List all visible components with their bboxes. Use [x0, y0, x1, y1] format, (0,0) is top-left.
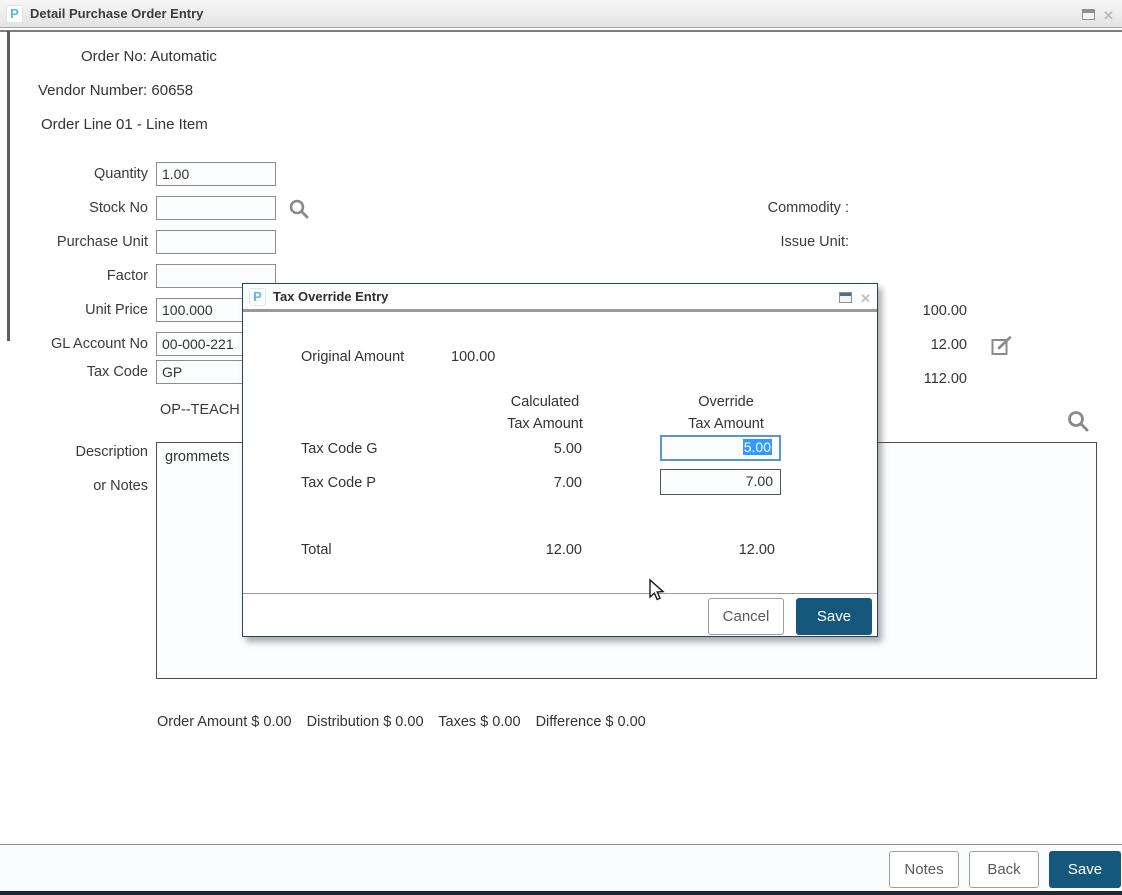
save-button[interactable]: Save — [1049, 851, 1121, 888]
dialog-maximize-icon[interactable] — [839, 292, 852, 303]
titlebar-divider — [0, 30, 1122, 32]
override-column-header: Override Tax Amount — [661, 391, 791, 435]
calculated-column-header: Calculated Tax Amount — [480, 391, 610, 435]
stock-no-label: Stock No — [0, 196, 148, 220]
original-amount-value: 100.00 — [451, 349, 495, 365]
vendor-number-value: 60658 — [151, 82, 193, 99]
tax-code-p-override-field[interactable]: 7.00 — [660, 469, 781, 495]
dialog-logo-icon: P — [249, 288, 266, 306]
tax-code-p-label: Tax Code P — [301, 475, 376, 491]
edit-tax-icon[interactable] — [991, 336, 1013, 358]
lookup-search-icon[interactable] — [1066, 409, 1090, 433]
left-frame-edge — [7, 31, 10, 341]
unit-price-label: Unit Price — [0, 298, 148, 322]
order-no-value: Automatic — [150, 48, 217, 65]
order-no-label: Order No: — [81, 48, 147, 65]
stock-no-search-icon[interactable] — [288, 198, 310, 220]
order-line-label: Order Line 01 - Line Item — [41, 116, 208, 133]
totals-bar: Order Amount $ 0.00 Distribution $ 0.00 … — [157, 714, 657, 730]
order-amount-total: Order Amount $ 0.00 — [157, 714, 292, 730]
tax-code-g-calculated: 5.00 — [512, 441, 582, 457]
or-notes-label: or Notes — [0, 474, 148, 498]
total-override-value: 12.00 — [705, 542, 775, 558]
original-amount-label: Original Amount — [301, 349, 404, 365]
tax-code-g-override-field[interactable]: 5.00 — [660, 435, 781, 461]
tax-amount-value: 12.00 — [897, 337, 967, 353]
dialog-titlebar: P Tax Override Entry — [243, 284, 877, 312]
detail-purchase-order-entry-window: P Detail Purchase Order Entry ✕ Order No… — [0, 0, 1122, 895]
quantity-label: Quantity — [0, 162, 148, 186]
tax-code-g-label: Tax Code G — [301, 441, 378, 457]
purchase-unit-label: Purchase Unit — [0, 230, 148, 254]
selected-override-text: 5.00 — [743, 439, 772, 455]
dialog-save-button[interactable]: Save — [796, 598, 872, 635]
difference-total: Difference $ 0.00 — [536, 714, 646, 730]
dialog-footer-divider — [243, 593, 877, 594]
tax-code-label: Tax Code — [0, 360, 148, 384]
window-title: Detail Purchase Order Entry — [30, 6, 203, 21]
taxes-total: Taxes $ 0.00 — [438, 714, 520, 730]
window-bottom-edge — [0, 891, 1122, 895]
window-titlebar: P Detail Purchase Order Entry — [0, 0, 1122, 28]
dialog-close-icon[interactable]: ✕ — [860, 291, 871, 307]
back-button[interactable]: Back — [969, 851, 1039, 888]
tax-code-description: OP--TEACH — [160, 402, 240, 418]
stock-no-field[interactable] — [156, 196, 276, 220]
description-label: Description — [0, 440, 148, 464]
quantity-field[interactable] — [156, 162, 276, 186]
purchase-unit-field[interactable] — [156, 230, 276, 254]
tax-code-p-calculated: 7.00 — [512, 475, 582, 491]
factor-label: Factor — [0, 264, 148, 288]
issue-unit-label: Issue Unit: — [699, 234, 849, 250]
total-calculated-value: 12.00 — [512, 542, 582, 558]
maximize-icon[interactable] — [1082, 9, 1095, 20]
dialog-cancel-button[interactable]: Cancel — [708, 598, 784, 635]
order-no-line: Order No: Automatic — [81, 48, 217, 65]
net-amount-value: 100.00 — [897, 303, 967, 319]
modal-total-label: Total — [301, 542, 332, 558]
app-logo-icon: P — [6, 5, 23, 23]
tax-override-entry-dialog: P Tax Override Entry ✕ Original Amount 1… — [242, 283, 878, 637]
vendor-number-label: Vendor Number: — [38, 82, 147, 99]
gl-account-label: GL Account No — [0, 332, 148, 356]
notes-button[interactable]: Notes — [889, 851, 959, 888]
dialog-title: Tax Override Entry — [273, 289, 388, 304]
close-icon[interactable]: ✕ — [1103, 8, 1114, 24]
gross-amount-value: 112.00 — [897, 371, 967, 387]
commodity-label: Commodity : — [699, 200, 849, 216]
vendor-line: Vendor Number: 60658 — [38, 82, 193, 99]
distribution-total: Distribution $ 0.00 — [307, 714, 424, 730]
